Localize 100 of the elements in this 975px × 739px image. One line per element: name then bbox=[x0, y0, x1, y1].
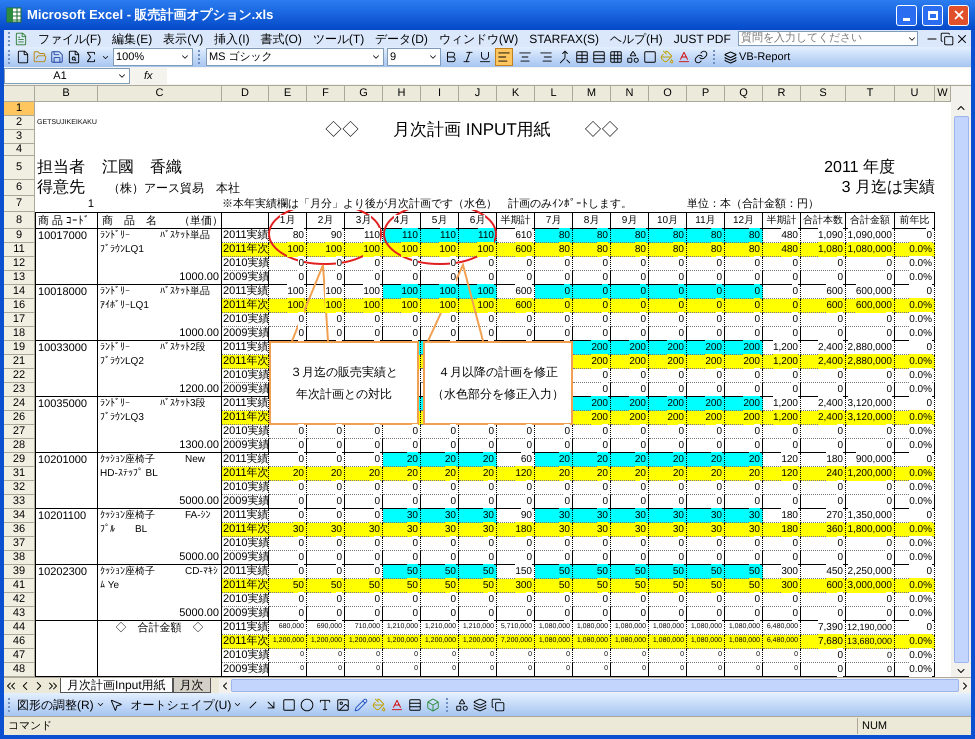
row-header[interactable]: 33 bbox=[4, 495, 35, 509]
pointer-icon[interactable] bbox=[108, 698, 123, 712]
grid-icon[interactable] bbox=[609, 50, 623, 64]
row-header[interactable]: 13 bbox=[4, 271, 35, 285]
row-header[interactable]: 16 bbox=[4, 299, 35, 313]
row-header[interactable]: 43 bbox=[4, 607, 35, 621]
row-header[interactable]: 32 bbox=[4, 481, 35, 495]
menu-item[interactable]: 書式(O) bbox=[256, 30, 307, 48]
menu-item[interactable]: ヘルプ(H) bbox=[605, 30, 668, 48]
row-header[interactable]: 46 bbox=[4, 635, 35, 649]
row-header[interactable]: 21 bbox=[4, 355, 35, 369]
row-header[interactable]: 18 bbox=[4, 327, 35, 341]
row-header[interactable]: 42 bbox=[4, 593, 35, 607]
minimize-button[interactable] bbox=[896, 4, 917, 26]
close-button[interactable] bbox=[948, 4, 969, 26]
border-icon[interactable] bbox=[643, 50, 657, 64]
menu-item[interactable]: データ(D) bbox=[370, 30, 433, 48]
font-dropdown[interactable]: MS ゴシック bbox=[206, 48, 384, 66]
help-search-field[interactable]: 質問を入力してください bbox=[738, 31, 918, 46]
sheet-tab[interactable]: 月次 bbox=[172, 678, 211, 693]
shapes-icon[interactable] bbox=[626, 50, 640, 64]
restore-icon[interactable] bbox=[940, 32, 954, 46]
text-box-icon[interactable] bbox=[318, 698, 332, 712]
italic-icon[interactable] bbox=[461, 50, 475, 64]
menu-item[interactable]: ウィンドウ(W) bbox=[434, 30, 524, 48]
menu-item[interactable]: STARFAX(S) bbox=[524, 30, 604, 48]
row-header[interactable]: 6 bbox=[4, 180, 35, 196]
rows-icon[interactable] bbox=[592, 50, 606, 64]
row-header[interactable]: 9 bbox=[4, 229, 35, 243]
row-header[interactable]: 26 bbox=[4, 411, 35, 425]
row-header[interactable]: 4 bbox=[4, 144, 35, 156]
row-header[interactable]: 1 bbox=[4, 102, 35, 116]
row-header[interactable]: 29 bbox=[4, 453, 35, 467]
row-header[interactable]: 19 bbox=[4, 341, 35, 355]
shapes-icon[interactable] bbox=[455, 698, 470, 712]
formula-field[interactable] bbox=[166, 68, 971, 84]
fill-color-icon[interactable] bbox=[372, 698, 386, 712]
fill-color-icon[interactable] bbox=[660, 50, 674, 64]
table-icon[interactable] bbox=[575, 50, 589, 64]
layers-icon[interactable] bbox=[473, 698, 488, 712]
oval-icon[interactable] bbox=[300, 698, 314, 712]
row-header[interactable]: 36 bbox=[4, 523, 35, 537]
row-header[interactable]: 5 bbox=[4, 156, 35, 180]
font-color-icon[interactable] bbox=[677, 50, 691, 64]
row-header[interactable]: 14 bbox=[4, 285, 35, 299]
row-header[interactable]: 12 bbox=[4, 257, 35, 271]
table-cell: 0 bbox=[383, 551, 421, 565]
autoshape-menu[interactable]: オートシェイプ(U) bbox=[130, 696, 242, 714]
row-header[interactable]: 41 bbox=[4, 579, 35, 593]
print-preview-icon[interactable] bbox=[67, 50, 81, 64]
maximize-button[interactable] bbox=[922, 4, 943, 26]
pencil-icon[interactable] bbox=[354, 698, 368, 712]
row-header[interactable]: 27 bbox=[4, 425, 35, 439]
link-icon[interactable] bbox=[694, 50, 708, 64]
bold-icon[interactable] bbox=[444, 50, 458, 64]
line-style-icon[interactable] bbox=[408, 698, 422, 712]
menu-item[interactable]: JUST PDF bbox=[668, 30, 736, 48]
rectangle-icon[interactable] bbox=[282, 698, 296, 712]
row-header[interactable]: 22 bbox=[4, 369, 35, 383]
table-cell: 0.0% bbox=[895, 579, 935, 593]
function-label[interactable]: fx bbox=[136, 68, 161, 84]
workbook-icon[interactable] bbox=[14, 32, 28, 46]
sheet-tab[interactable]: 月次計画Input用紙 bbox=[60, 678, 173, 693]
table-cell: 200 bbox=[725, 397, 763, 411]
row-header[interactable]: 37 bbox=[4, 537, 35, 551]
row-header[interactable]: 28 bbox=[4, 439, 35, 453]
menu-item[interactable]: 編集(E) bbox=[107, 30, 158, 48]
underline-icon[interactable] bbox=[478, 50, 492, 64]
row-header[interactable]: 11 bbox=[4, 243, 35, 257]
draw-menu[interactable]: 図形の調整(R) bbox=[17, 696, 105, 714]
menu-item[interactable]: ツール(T) bbox=[308, 30, 370, 48]
copy-icon[interactable] bbox=[491, 698, 506, 712]
picture-icon[interactable] bbox=[336, 698, 350, 712]
merge-icon[interactable] bbox=[558, 50, 572, 64]
sum-icon[interactable] bbox=[84, 50, 98, 64]
row-header[interactable]: 2 bbox=[4, 116, 35, 130]
menu-item[interactable]: ファイル(F) bbox=[32, 30, 106, 48]
row-header[interactable]: 39 bbox=[4, 565, 35, 579]
font-size-dropdown[interactable]: 9 bbox=[387, 48, 441, 66]
row-header[interactable]: 48 bbox=[4, 663, 35, 677]
save-icon[interactable] bbox=[50, 50, 64, 64]
row-header[interactable]: 3 bbox=[4, 130, 35, 144]
row-header[interactable]: 31 bbox=[4, 467, 35, 481]
menu-item[interactable]: 挿入(I) bbox=[209, 30, 255, 48]
align-button[interactable] bbox=[495, 48, 513, 66]
new-file-icon[interactable] bbox=[16, 50, 30, 64]
row-header[interactable]: 47 bbox=[4, 649, 35, 663]
menu-item[interactable]: 表示(V) bbox=[158, 30, 208, 48]
row-header[interactable]: 38 bbox=[4, 551, 35, 565]
row-header[interactable]: 34 bbox=[4, 509, 35, 523]
row-header[interactable]: 24 bbox=[4, 397, 35, 411]
zoom-dropdown[interactable]: 100% bbox=[113, 48, 193, 66]
vb-report-button[interactable]: VB-Report bbox=[721, 48, 794, 66]
row-header[interactable]: 44 bbox=[4, 621, 35, 635]
font-color-icon[interactable] bbox=[390, 698, 404, 712]
row-header[interactable]: 17 bbox=[4, 313, 35, 327]
row-header[interactable]: 7 bbox=[4, 196, 35, 212]
row-header[interactable]: 23 bbox=[4, 383, 35, 397]
name-box[interactable]: A1 bbox=[4, 68, 130, 84]
row-header[interactable]: 8 bbox=[4, 212, 35, 229]
